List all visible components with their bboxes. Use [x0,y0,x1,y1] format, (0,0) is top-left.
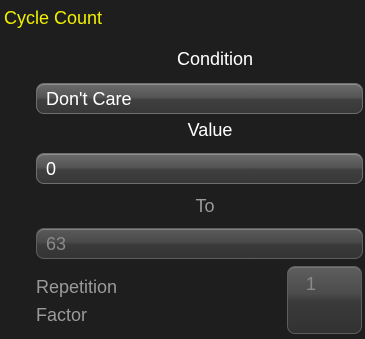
to-label: To [195,196,215,216]
panel-title: Cycle Count [4,8,103,28]
value-field[interactable]: 0 [36,153,363,184]
to-field: 63 [36,228,363,259]
condition-field[interactable]: Don't Care [36,83,363,114]
repetition-factor-value: 1 [306,274,317,294]
condition-value: Don't Care [46,89,132,109]
repetition-label-line2: Factor [36,305,88,325]
value-field-value: 0 [46,159,57,179]
to-field-value: 63 [46,234,67,254]
cycle-count-panel: Cycle Count Condition Don't Care Value 0… [0,0,365,339]
repetition-factor-field: 1 [287,266,362,334]
condition-label: Condition [176,49,254,69]
repetition-label-line1: Repetition [36,277,118,297]
value-label: Value [187,120,233,140]
